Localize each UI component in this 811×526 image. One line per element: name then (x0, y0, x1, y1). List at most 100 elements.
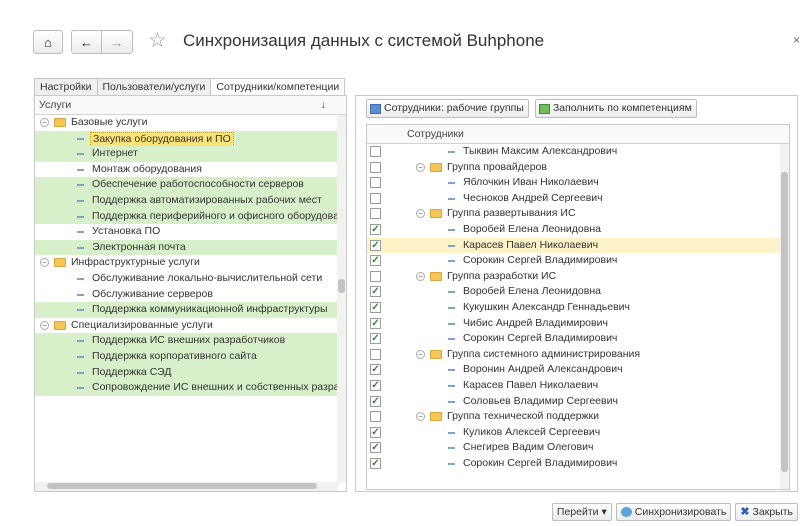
item-icon (448, 322, 455, 325)
tree-item-row[interactable]: Закупка оборудования и ПО (35, 130, 346, 147)
item-label: Сопровождение ИС внешних и собственных р… (92, 381, 346, 394)
left-hscroll-thumb[interactable] (47, 483, 317, 489)
item-label: Поддержка СЭД (92, 365, 172, 378)
tab-users-services[interactable]: Пользователи/услуги (96, 78, 212, 96)
employee-group-row[interactable]: − Группа системного администрирования (367, 347, 789, 363)
collapse-icon[interactable]: − (40, 118, 49, 127)
row-checkbox[interactable]: ✓ (370, 333, 381, 345)
collapse-icon[interactable]: − (416, 349, 425, 359)
tab-settings[interactable]: Настройки (34, 78, 98, 96)
fill-by-competencies-button[interactable]: Заполнить по компетенциям (534, 99, 697, 118)
row-checkbox[interactable] (370, 270, 381, 282)
collapse-icon[interactable]: − (416, 412, 425, 422)
tree-group-row[interactable]: − Базовые услуги (35, 115, 346, 131)
employee-group-row[interactable]: − Группа развертывания ИС (367, 206, 789, 222)
row-checkbox[interactable] (370, 208, 381, 220)
forward-button[interactable]: → (101, 30, 133, 54)
tree-item-row[interactable]: Интернет (35, 146, 346, 162)
row-checkbox[interactable]: ✓ (370, 442, 381, 454)
employee-row[interactable]: ✓ Кукушкин Александр Геннадьевич (367, 300, 789, 316)
goto-button[interactable]: Перейти ▾ (551, 503, 612, 521)
favorite-star-icon[interactable]: ☆ (148, 28, 167, 53)
employee-row[interactable]: ✓ Сорокин Сергей Владимирович (367, 253, 789, 269)
employee-group-row[interactable]: − Группа разработки ИС (367, 269, 789, 285)
tree-item-row[interactable]: Поддержка СЭД (35, 364, 346, 381)
employee-row[interactable]: ✓ Сорокин Сергей Владимирович (367, 331, 789, 347)
employee-row[interactable]: Яблочкин Иван Николаевич (367, 175, 789, 191)
row-checkbox[interactable]: ✓ (370, 255, 381, 267)
row-checkbox[interactable] (370, 192, 381, 204)
employee-group-row[interactable]: − Группа провайдеров (367, 160, 789, 176)
employee-name: Сорокин Сергей Владимирович (463, 332, 618, 345)
tree-group-row[interactable]: − Инфраструктурные услуги (35, 255, 346, 271)
sort-down-icon[interactable]: ↓ (321, 96, 326, 114)
row-checkbox[interactable]: ✓ (370, 364, 381, 376)
employee-row[interactable]: ✓ Чибис Андрей Владимирович (367, 316, 789, 332)
back-button[interactable]: ← (71, 30, 101, 54)
close-button[interactable]: ✖ Закрыть (735, 503, 798, 521)
right-vertical-scrollbar[interactable] (780, 144, 789, 489)
row-checkbox[interactable] (370, 348, 381, 360)
services-tree[interactable]: Услуги ↓ − Базовые услуги Закупка оборудов… (34, 95, 347, 492)
tree-item-row[interactable]: Обеспечение работоспособности серверов (35, 177, 346, 193)
employee-row[interactable]: ✓ Карасев Павел Николаевич (367, 378, 789, 394)
row-checkbox[interactable] (370, 146, 381, 157)
row-checkbox[interactable] (370, 177, 381, 189)
close-icon[interactable]: × (793, 33, 800, 47)
services-column-header[interactable]: Услуги ↓ (35, 96, 346, 115)
row-checkbox[interactable]: ✓ (370, 426, 381, 438)
row-checkbox[interactable] (370, 161, 381, 173)
employee-group-row[interactable]: − Группа технической поддержки (367, 409, 789, 425)
tree-item-row[interactable]: Поддержка ИС внешних разработчиков (35, 333, 346, 349)
tree-item-row[interactable]: Сопровождение ИС внешних и собственных р… (35, 380, 346, 396)
tree-item-row[interactable]: Поддержка коммуникационной инфраструктур… (35, 302, 346, 318)
tree-item-row[interactable]: Установка ПО (35, 224, 346, 240)
row-checkbox[interactable]: ✓ (370, 395, 381, 407)
employee-row[interactable]: ✓ Воробей Елена Леонидовна (367, 284, 789, 300)
row-checkbox[interactable]: ✓ (370, 457, 381, 469)
folder-icon (54, 118, 66, 127)
employee-row[interactable]: Тыквин Максим Александрович (367, 144, 789, 160)
row-checkbox[interactable]: ✓ (370, 317, 381, 329)
tree-item-row[interactable]: Поддержка корпоративного сайта (35, 348, 346, 365)
footer-buttons: Перейти ▾ Синхронизировать ✖ Закрыть (551, 503, 798, 521)
tree-item-row[interactable]: Обслуживание локально-вычислительной сет… (35, 271, 346, 287)
employee-row[interactable]: ✓ Карасев Павел Николаевич (367, 237, 789, 254)
employee-row[interactable]: ✓ Снегирев Вадим Олегович (367, 440, 789, 456)
tree-item-row[interactable]: Поддержка периферийного и офисного обору… (35, 208, 346, 225)
row-checkbox[interactable]: ✓ (370, 239, 381, 251)
row-checkbox[interactable] (370, 411, 381, 423)
home-button[interactable]: ⌂ (33, 30, 63, 54)
left-vertical-scrollbar[interactable] (337, 115, 346, 483)
employee-row[interactable]: ✓ Соловьев Владимир Сергеевич (367, 394, 789, 410)
employee-row[interactable]: ✓ Воронин Андрей Александрович (367, 362, 789, 378)
employee-row[interactable]: ✓ Куликов Алексей Сергеевич (367, 425, 789, 441)
row-checkbox[interactable]: ✓ (370, 223, 381, 235)
left-scroll-thumb[interactable] (338, 279, 345, 293)
employees-column-header[interactable]: Сотрудники (367, 125, 789, 144)
tree-group-row[interactable]: − Специализированные услуги (35, 318, 346, 334)
employees-rows: Тыквин Максим Александрович − Группа прова… (367, 144, 789, 471)
left-horizontal-scrollbar[interactable] (35, 482, 338, 491)
collapse-icon[interactable]: − (40, 258, 49, 268)
right-scroll-thumb[interactable] (781, 172, 788, 472)
tree-item-row[interactable]: Поддержка автоматизированных рабочих мес… (35, 192, 346, 209)
item-icon (448, 338, 455, 341)
employee-row[interactable]: Чесноков Андрей Сергеевич (367, 191, 789, 207)
employees-table[interactable]: Сотрудники Тыквин Максим Александрович − Г… (366, 124, 790, 490)
synchronize-button[interactable]: Синхронизировать (615, 503, 732, 521)
tree-item-row[interactable]: Монтаж оборудования (35, 162, 346, 178)
collapse-icon[interactable]: − (40, 320, 49, 330)
row-checkbox[interactable]: ✓ (370, 286, 381, 298)
collapse-icon[interactable]: − (416, 162, 425, 172)
tree-item-row[interactable]: Обслуживание серверов (35, 287, 346, 303)
collapse-icon[interactable]: − (416, 209, 425, 219)
item-label: Закупка оборудования и ПО (90, 131, 234, 147)
row-checkbox[interactable]: ✓ (370, 379, 381, 391)
employee-row[interactable]: ✓ Сорокин Сергей Владимирович (367, 456, 789, 472)
tree-item-row[interactable]: Электронная почта (35, 239, 346, 256)
employee-row[interactable]: ✓ Воробей Елена Леонидовна (367, 222, 789, 238)
workgroups-button[interactable]: Сотрудники: рабочие группы (366, 99, 529, 118)
row-checkbox[interactable]: ✓ (370, 301, 381, 313)
collapse-icon[interactable]: − (416, 271, 425, 281)
